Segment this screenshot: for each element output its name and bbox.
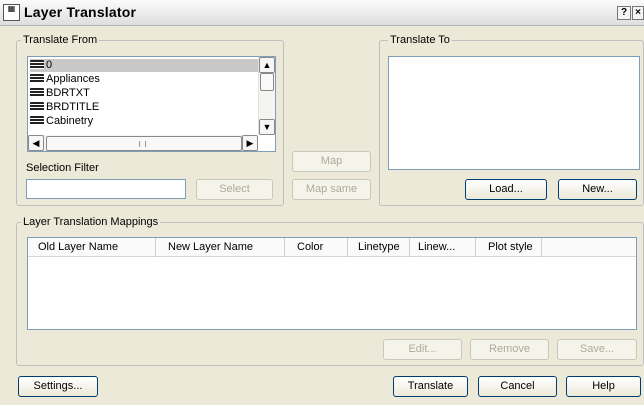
- settings-button-label: Settings...: [33, 380, 83, 392]
- help-button[interactable]: Help: [566, 376, 641, 397]
- load-button-label: Load...: [489, 183, 523, 195]
- cancel-button-label: Cancel: [500, 380, 535, 392]
- scroll-thumb[interactable]: [260, 73, 274, 91]
- help-title-button[interactable]: ?: [617, 6, 631, 20]
- layer-list-item[interactable]: 0: [30, 59, 258, 72]
- map-same-button[interactable]: Map same: [292, 179, 371, 200]
- remove-button[interactable]: Remove: [470, 339, 549, 360]
- layer-list-item[interactable]: BDRTXT: [30, 87, 90, 100]
- select-button[interactable]: Select: [196, 179, 273, 200]
- settings-button[interactable]: Settings...: [18, 376, 98, 397]
- new-button[interactable]: New...: [558, 179, 637, 200]
- layer-name: BRDTITLE: [46, 101, 100, 113]
- scroll-down-icon[interactable]: ▼: [259, 119, 275, 135]
- layer-source-list[interactable]: 0 Appliances BDRTXT BRDTITLE Cabinetry ▲ ▼ ◀…: [27, 56, 276, 152]
- title-bar: ▦ Layer Translator ? ×: [0, 0, 644, 26]
- save-button-label: Save...: [579, 343, 615, 355]
- map-same-button-label: Map same: [305, 183, 358, 195]
- layer-stack-icon: [30, 74, 44, 83]
- translate-button-label: Translate: [407, 380, 454, 392]
- mappings-header: Old Layer Name New Layer Name Color Line…: [28, 238, 636, 257]
- layer-list-vscroll[interactable]: ▲ ▼: [258, 57, 275, 135]
- scroll-left-icon[interactable]: ◀: [28, 135, 44, 151]
- hscroll-thumb[interactable]: [46, 136, 242, 151]
- col-new-layer-name[interactable]: New Layer Name: [156, 238, 285, 257]
- scroll-up-icon[interactable]: ▲: [259, 57, 275, 73]
- new-button-label: New...: [582, 183, 613, 195]
- window-title: Layer Translator: [24, 4, 137, 20]
- layer-name: BDRTXT: [46, 87, 90, 99]
- select-button-label: Select: [219, 183, 250, 195]
- load-button[interactable]: Load...: [465, 179, 547, 200]
- layer-name: Appliances: [46, 73, 100, 85]
- map-button[interactable]: Map: [292, 151, 371, 172]
- translate-button[interactable]: Translate: [393, 376, 468, 397]
- layer-list-item[interactable]: Appliances: [30, 73, 100, 86]
- col-plot-style[interactable]: Plot style: [476, 238, 542, 257]
- remove-button-label: Remove: [489, 343, 530, 355]
- layer-list-item[interactable]: BRDTITLE: [30, 101, 99, 114]
- col-linetype[interactable]: Linetype: [348, 238, 410, 257]
- save-button[interactable]: Save...: [557, 339, 637, 360]
- edit-button-label: Edit...: [408, 343, 437, 355]
- col-old-layer-name[interactable]: Old Layer Name: [28, 238, 156, 257]
- translate-to-legend: Translate To: [390, 34, 450, 46]
- grip-icon: [139, 141, 146, 147]
- layer-stack-icon: [30, 88, 44, 97]
- layer-list-hscroll[interactable]: ◀ ▶: [28, 135, 258, 151]
- help-button-label: Help: [592, 380, 615, 392]
- close-title-button[interactable]: ×: [632, 6, 644, 20]
- mappings-list-view[interactable]: Old Layer Name New Layer Name Color Line…: [27, 237, 637, 330]
- layer-stack-icon: [30, 60, 44, 69]
- layer-target-list[interactable]: [388, 56, 640, 170]
- layer-name: 0: [46, 59, 53, 71]
- edit-button[interactable]: Edit...: [383, 339, 462, 360]
- col-lineweight[interactable]: Linew...: [410, 238, 476, 257]
- translate-from-legend: Translate From: [23, 34, 98, 46]
- layer-stack-icon: [30, 116, 44, 125]
- layer-name: Cabinetry: [46, 115, 94, 127]
- layer-list-item[interactable]: Cabinetry: [30, 115, 93, 128]
- layer-stack-icon: [30, 102, 44, 111]
- col-color[interactable]: Color: [285, 238, 348, 257]
- selection-filter-input[interactable]: [26, 179, 186, 199]
- scroll-right-icon[interactable]: ▶: [242, 135, 258, 151]
- selection-filter-label: Selection Filter: [26, 162, 99, 174]
- cancel-button[interactable]: Cancel: [478, 376, 557, 397]
- map-button-label: Map: [320, 155, 343, 167]
- app-icon: ▦: [3, 4, 20, 21]
- mappings-legend: Layer Translation Mappings: [23, 216, 159, 228]
